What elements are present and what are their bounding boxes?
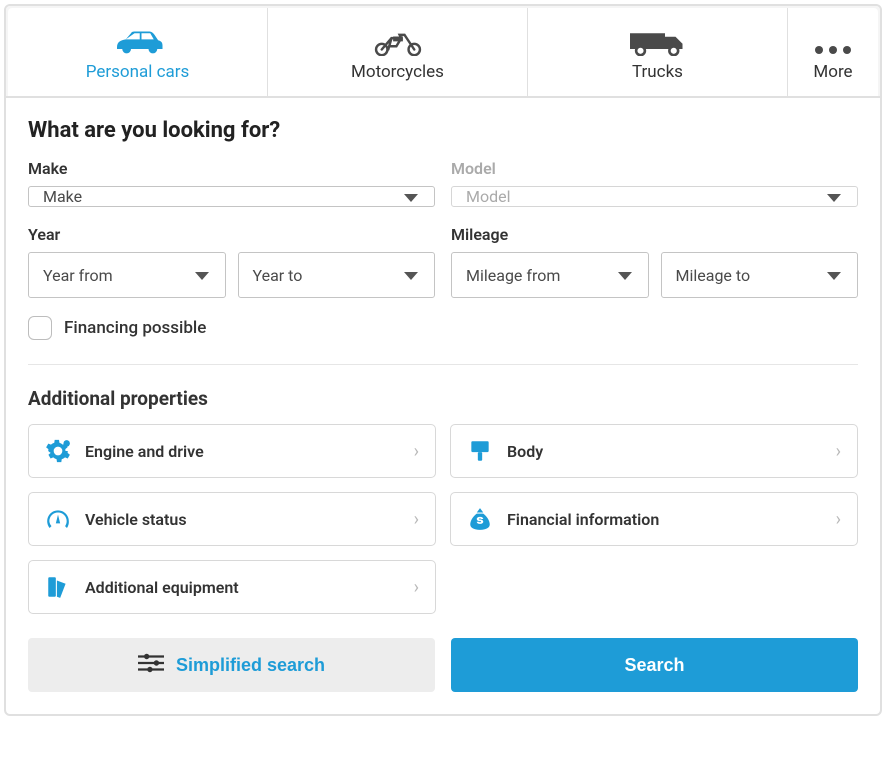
- select-value: Year from: [43, 266, 113, 285]
- select-value: Year to: [253, 266, 303, 285]
- motorcycle-icon: [371, 26, 425, 56]
- search-panel: Personal cars Motorcycles Trucks More Wh…: [4, 4, 882, 716]
- financing-label: Financing possible: [64, 318, 206, 338]
- chevron-right-icon: ›: [414, 577, 419, 598]
- year-to-select[interactable]: Year to: [238, 252, 436, 298]
- gauge-icon: [45, 506, 71, 532]
- prop-label: Engine and drive: [85, 442, 400, 461]
- swatch-icon: [45, 574, 71, 600]
- button-label: Search: [624, 655, 684, 676]
- model-label: Model: [451, 159, 858, 178]
- tab-more[interactable]: More: [788, 8, 878, 96]
- gear-icon: [45, 438, 71, 464]
- make-label: Make: [28, 159, 435, 178]
- tab-personal-cars[interactable]: Personal cars: [8, 8, 268, 96]
- prop-body[interactable]: Body ›: [450, 424, 858, 478]
- tab-motorcycles[interactable]: Motorcycles: [268, 8, 528, 96]
- separator: [28, 364, 858, 365]
- year-label: Year: [28, 225, 435, 244]
- chevron-right-icon: ›: [836, 441, 841, 462]
- make-select[interactable]: Make: [28, 186, 435, 207]
- select-value: Mileage from: [466, 266, 560, 285]
- year-from-select[interactable]: Year from: [28, 252, 226, 298]
- mileage-from-select[interactable]: Mileage from: [451, 252, 649, 298]
- prop-label: Additional equipment: [85, 578, 400, 597]
- action-row: Simplified search Search: [28, 638, 858, 692]
- model-select[interactable]: Model: [451, 186, 858, 207]
- mileage-to-select[interactable]: Mileage to: [661, 252, 859, 298]
- mileage-label: Mileage: [451, 225, 858, 244]
- prop-label: Vehicle status: [85, 510, 400, 529]
- financing-row[interactable]: Financing possible: [28, 316, 858, 340]
- chevron-right-icon: ›: [414, 441, 419, 462]
- tab-label: Motorcycles: [351, 62, 444, 82]
- tab-label: Personal cars: [86, 62, 190, 82]
- row-make-model: Make Make Model Model: [28, 159, 858, 207]
- truck-icon: [626, 26, 690, 56]
- additional-title: Additional properties: [28, 387, 858, 410]
- chevron-right-icon: ›: [836, 509, 841, 530]
- simplified-search-button[interactable]: Simplified search: [28, 638, 435, 692]
- money-bag-icon: [467, 506, 493, 532]
- properties-grid: Engine and drive › Body › Vehicle status…: [28, 424, 858, 614]
- tab-label: Trucks: [632, 62, 683, 82]
- car-icon: [106, 26, 170, 56]
- paint-icon: [467, 438, 493, 464]
- select-value: Make: [43, 187, 82, 206]
- tab-label: More: [813, 62, 852, 82]
- search-body: What are you looking for? Make Make Mode…: [6, 98, 880, 714]
- button-label: Simplified search: [176, 655, 325, 676]
- financing-checkbox[interactable]: [28, 316, 52, 340]
- sliders-icon: [138, 653, 164, 678]
- select-value: Model: [466, 187, 511, 206]
- chevron-right-icon: ›: [414, 509, 419, 530]
- prop-financial-info[interactable]: Financial information ›: [450, 492, 858, 546]
- search-button[interactable]: Search: [451, 638, 858, 692]
- tab-trucks[interactable]: Trucks: [528, 8, 788, 96]
- prop-vehicle-status[interactable]: Vehicle status ›: [28, 492, 436, 546]
- prop-additional-equipment[interactable]: Additional equipment ›: [28, 560, 436, 614]
- category-tabs: Personal cars Motorcycles Trucks More: [6, 6, 880, 98]
- search-title: What are you looking for?: [28, 118, 858, 143]
- row-year-mileage: Year Year from Year to Mileage Mileage f…: [28, 225, 858, 298]
- prop-engine-drive[interactable]: Engine and drive ›: [28, 424, 436, 478]
- prop-label: Body: [507, 442, 822, 461]
- select-value: Mileage to: [676, 266, 751, 285]
- prop-label: Financial information: [507, 510, 822, 529]
- more-icon: [813, 26, 853, 56]
